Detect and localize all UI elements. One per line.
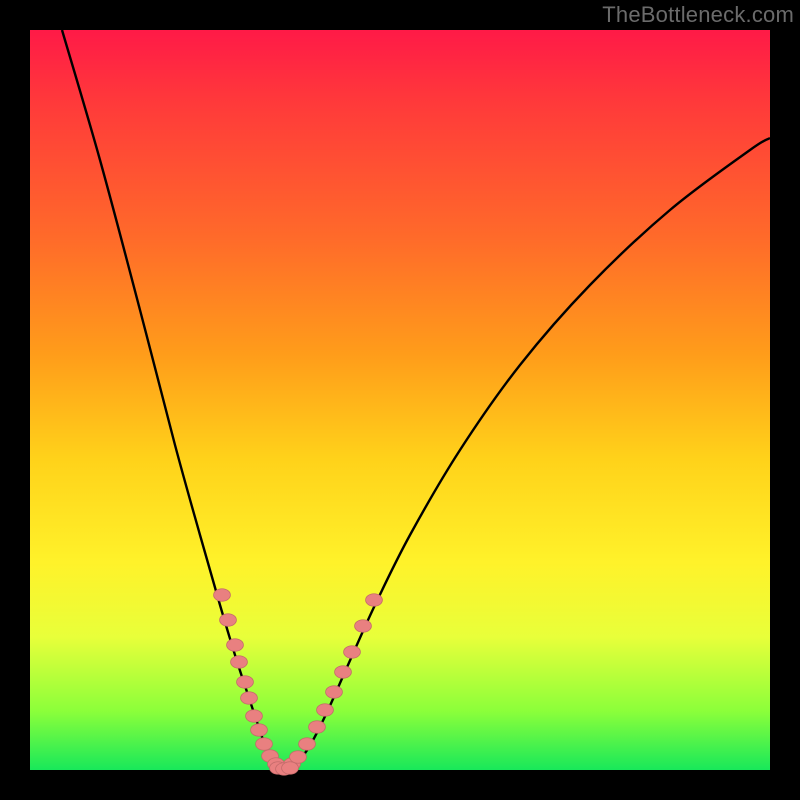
watermark-text: TheBottleneck.com: [602, 2, 794, 28]
data-marker: [309, 721, 326, 733]
data-marker: [220, 614, 237, 626]
data-marker: [282, 762, 299, 774]
data-marker: [227, 639, 244, 651]
data-marker: [214, 589, 231, 601]
data-marker: [335, 666, 352, 678]
data-marker: [290, 751, 307, 763]
data-marker: [241, 692, 258, 704]
data-marker: [366, 594, 383, 606]
plot-area: [30, 30, 770, 770]
curve-right-branch: [285, 138, 770, 770]
data-marker: [231, 656, 248, 668]
data-marker: [317, 704, 334, 716]
data-marker: [251, 724, 268, 736]
markers-left-group: [214, 589, 285, 770]
data-marker: [355, 620, 372, 632]
data-marker: [326, 686, 343, 698]
chart-frame: TheBottleneck.com: [0, 0, 800, 800]
data-marker: [246, 710, 263, 722]
data-marker: [237, 676, 254, 688]
data-marker: [256, 738, 273, 750]
data-marker: [299, 738, 316, 750]
markers-bottom-group: [270, 762, 299, 775]
curve-left-branch: [62, 30, 285, 770]
chart-svg: [30, 30, 770, 770]
data-marker: [344, 646, 361, 658]
